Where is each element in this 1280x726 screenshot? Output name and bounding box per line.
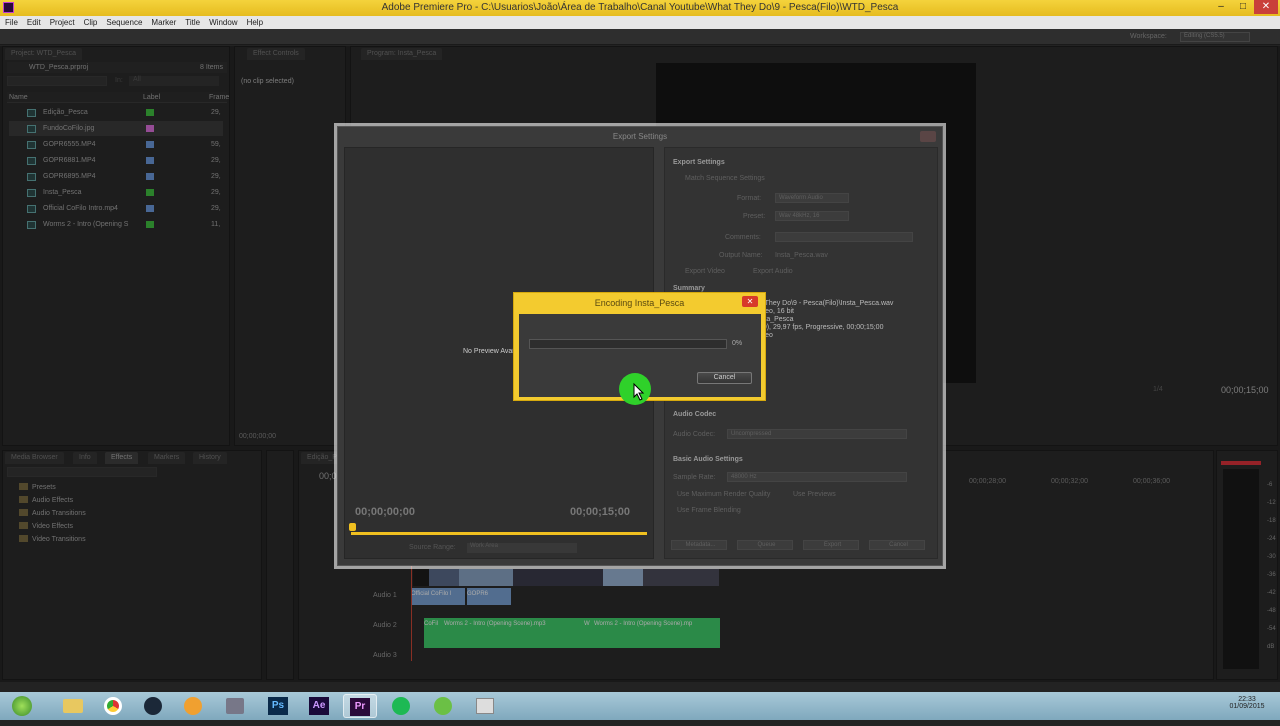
steam-icon[interactable] bbox=[136, 694, 170, 718]
menu-clip[interactable]: Clip bbox=[84, 18, 98, 27]
media-player-icon[interactable] bbox=[176, 694, 210, 718]
summary-line: at They Do\9 - Pesca(Filo)\Insta_Pesca.w… bbox=[757, 300, 894, 307]
encoding-close-button[interactable]: ✕ bbox=[742, 296, 758, 307]
mouse-cursor-highlight bbox=[619, 373, 651, 405]
use-previews-checkbox[interactable]: Use Previews bbox=[793, 491, 836, 498]
export-video-checkbox[interactable]: Export Video bbox=[685, 268, 725, 275]
menu-title[interactable]: Title bbox=[185, 18, 200, 27]
comments-label: Comments: bbox=[725, 234, 761, 241]
encoding-cancel-button[interactable]: Cancel bbox=[697, 372, 752, 384]
windows-taskbar: Ps Ae Pr 22:33 01/09/2015 bbox=[0, 692, 1280, 720]
source-range-label: Source Range: bbox=[409, 544, 456, 551]
export-settings-header: Export Settings bbox=[673, 159, 725, 166]
source-range-select[interactable]: Work Area bbox=[467, 543, 577, 553]
audio-codec-select[interactable]: Uncompressed bbox=[727, 429, 907, 439]
workspace-bar: Workspace: Editing (CS5.5) bbox=[0, 29, 1280, 45]
clock-time: 22:33 bbox=[1238, 696, 1256, 703]
metadata-button[interactable]: Metadata... bbox=[671, 540, 727, 550]
export-tc-start: 00;00;00;00 bbox=[355, 506, 415, 518]
after-effects-icon[interactable]: Ae bbox=[302, 694, 336, 718]
frame-blending-checkbox[interactable]: Use Frame Blending bbox=[677, 507, 741, 514]
file-explorer-icon[interactable] bbox=[56, 694, 90, 718]
utorrent-icon[interactable] bbox=[426, 694, 460, 718]
minimize-button[interactable]: – bbox=[1210, 0, 1232, 14]
menu-bar: File Edit Project Clip Sequence Marker Title Wi… bbox=[0, 16, 1280, 29]
app-grid-icon[interactable] bbox=[468, 694, 502, 718]
export-dialog-title: Export Settings bbox=[612, 132, 668, 141]
sample-rate-label: Sample Rate: bbox=[673, 474, 716, 481]
export-cancel-button[interactable]: Cancel bbox=[869, 540, 925, 550]
encoding-title: Encoding Insta_Pesca bbox=[594, 298, 685, 308]
no-preview-text: No Preview Available bbox=[463, 348, 517, 355]
output-name-link[interactable]: Insta_Pesca.wav bbox=[775, 252, 828, 259]
export-playhead[interactable] bbox=[349, 523, 356, 531]
comments-input[interactable] bbox=[775, 232, 913, 242]
match-sequence-checkbox[interactable]: Match Sequence Settings bbox=[685, 175, 765, 182]
encoding-progress-bar bbox=[529, 339, 727, 349]
export-tc-end: 00;00;15;00 bbox=[570, 506, 630, 518]
work-area-bar[interactable] bbox=[351, 532, 647, 535]
audio-codec-header: Audio Codec bbox=[673, 411, 717, 418]
maximize-button[interactable]: □ bbox=[1232, 0, 1254, 14]
menu-sequence[interactable]: Sequence bbox=[106, 18, 142, 27]
workspace-label: Workspace: bbox=[1130, 33, 1167, 40]
summary-line: 1,0), 29,97 fps, Progressive, 00;00;15;0… bbox=[757, 324, 884, 331]
export-close-button[interactable] bbox=[920, 131, 936, 142]
game-tool-icon[interactable] bbox=[218, 694, 252, 718]
system-tray-icons[interactable] bbox=[1150, 700, 1220, 712]
sample-rate-select[interactable]: 48000 Hz bbox=[727, 472, 907, 482]
menu-window[interactable]: Window bbox=[209, 18, 237, 27]
workspace-select[interactable]: Editing (CS5.5) bbox=[1180, 32, 1250, 42]
chrome-icon[interactable] bbox=[96, 694, 130, 718]
spotify-icon[interactable] bbox=[384, 694, 418, 718]
menu-help[interactable]: Help bbox=[247, 18, 263, 27]
encoding-percent: 0% bbox=[732, 340, 743, 347]
format-select[interactable]: Waveform Audio bbox=[775, 193, 849, 203]
clock-date: 01/09/2015 bbox=[1229, 703, 1265, 710]
queue-button[interactable]: Queue bbox=[737, 540, 793, 550]
menu-file[interactable]: File bbox=[5, 18, 18, 27]
audio-codec-label: Audio Codec: bbox=[673, 431, 716, 438]
export-button[interactable]: Export bbox=[803, 540, 859, 550]
premiere-app-icon bbox=[3, 2, 14, 13]
summary-header: Summary bbox=[673, 285, 705, 292]
format-label: Format: bbox=[737, 195, 762, 202]
start-button[interactable] bbox=[6, 694, 58, 718]
basic-audio-header: Basic Audio Settings bbox=[673, 456, 743, 463]
menu-edit[interactable]: Edit bbox=[27, 18, 41, 27]
menu-marker[interactable]: Marker bbox=[151, 18, 176, 27]
clock[interactable]: 22:33 01/09/2015 bbox=[1222, 696, 1272, 710]
output-name-label: Output Name: bbox=[719, 252, 763, 259]
photoshop-icon[interactable]: Ps bbox=[261, 694, 295, 718]
export-audio-checkbox[interactable]: Export Audio bbox=[753, 268, 793, 275]
window-title: Adobe Premiere Pro - C:\Usuarios\João\Ár… bbox=[381, 2, 899, 13]
preset-select[interactable]: Wav 48kHz, 16 bbox=[775, 211, 849, 221]
preset-label: Preset: bbox=[743, 213, 766, 220]
title-bar: Adobe Premiere Pro - C:\Usuarios\João\Ár… bbox=[0, 0, 1280, 16]
premiere-icon[interactable]: Pr bbox=[343, 694, 377, 718]
max-render-checkbox[interactable]: Use Maximum Render Quality bbox=[677, 491, 770, 498]
close-button[interactable]: ✕ bbox=[1254, 0, 1278, 14]
menu-project[interactable]: Project bbox=[50, 18, 75, 27]
